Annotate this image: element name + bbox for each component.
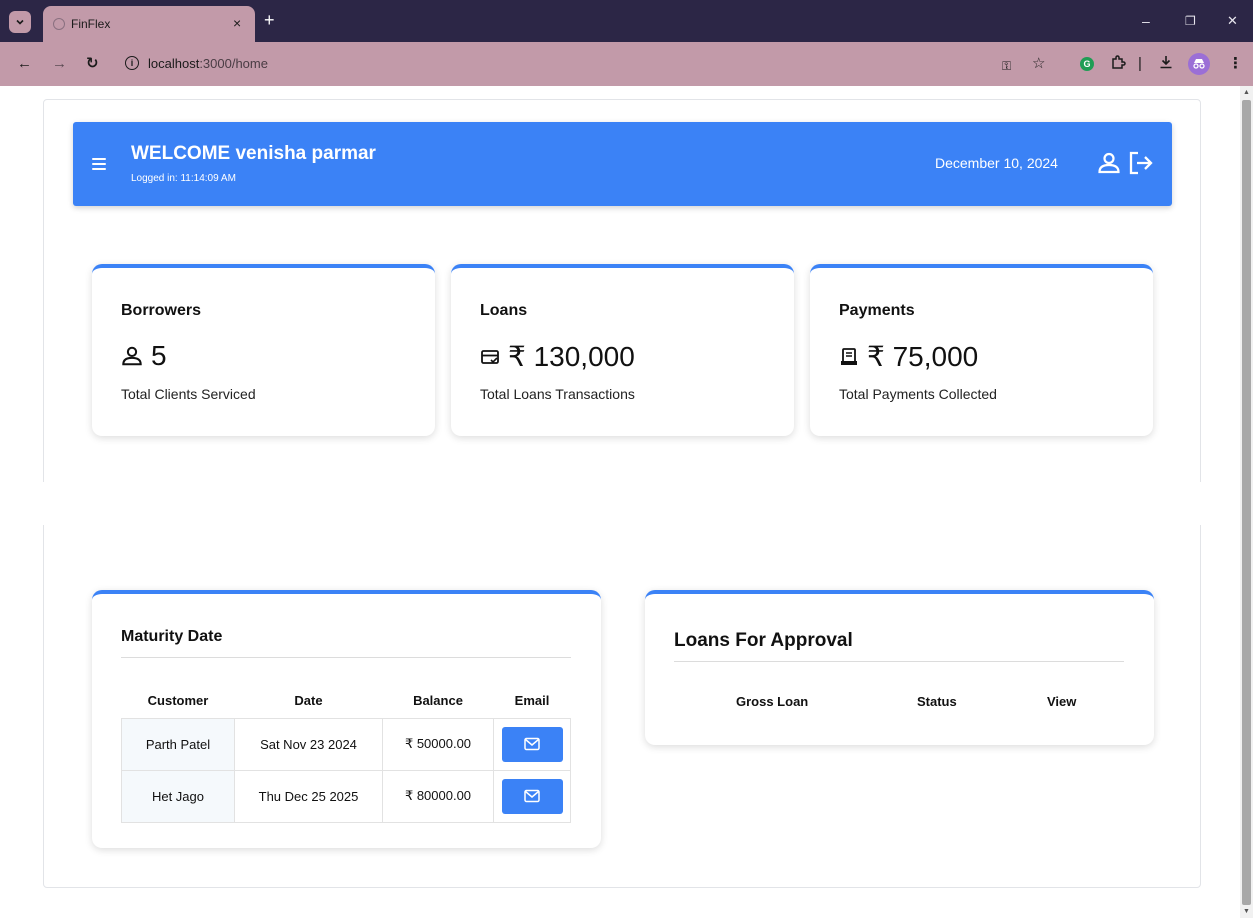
card-icon <box>481 349 499 364</box>
minimize-button[interactable]: – <box>1142 11 1150 31</box>
date-cell: Thu Dec 25 2025 <box>234 769 383 823</box>
globe-icon <box>53 18 65 30</box>
stat-title: Payments <box>839 302 915 319</box>
stat-title: Borrowers <box>121 302 202 319</box>
address-bar[interactable]: localhost:3000/home <box>148 56 268 71</box>
reload-icon[interactable]: ↻ <box>86 54 99 74</box>
table-row: Het Jago Thu Dec 25 2025 ₹ 80000.00 <box>121 769 571 823</box>
customer-cell: Parth Patel <box>121 717 235 771</box>
logout-icon[interactable] <box>1128 150 1154 176</box>
logged-in-time: Logged in: 11:14:09 AM <box>131 173 236 184</box>
stat-card-payments: Payments ₹ 75,000 Total Payments Collect… <box>810 264 1153 436</box>
key-icon[interactable]: ⚿ <box>1002 56 1011 76</box>
incognito-icon <box>1193 59 1205 69</box>
date-cell: Sat Nov 23 2024 <box>234 717 383 771</box>
new-tab-button[interactable]: + <box>264 10 275 30</box>
app-header: WELCOME venisha parmar Logged in: 11:14:… <box>73 122 1172 206</box>
chevron-down-icon <box>16 19 24 25</box>
kebab-menu-icon[interactable]: ⋮ <box>1228 54 1243 74</box>
scroll-thumb[interactable] <box>1242 100 1251 905</box>
tab-search-button[interactable] <box>9 11 31 33</box>
stat-value-text: 5 <box>151 340 167 371</box>
scroll-up-arrow-icon[interactable]: ▲ <box>1243 89 1250 96</box>
stat-value-text: ₹ 75,000 <box>867 341 979 372</box>
tab-title: FinFlex <box>71 17 111 31</box>
balance-cell: ₹ 50000.00 <box>382 717 494 771</box>
table-row: Parth Patel Sat Nov 23 2024 ₹ 50000.00 <box>121 717 571 771</box>
maturity-table: Customer Date Balance Email Parth Patel … <box>121 684 571 823</box>
browser-tab[interactable]: FinFlex × <box>43 6 255 42</box>
user-icon <box>122 346 142 366</box>
send-email-button[interactable] <box>501 726 563 762</box>
column-header: Customer <box>147 693 209 709</box>
column-header: Status <box>917 694 957 709</box>
back-arrow-icon[interactable]: ← <box>17 54 32 74</box>
email-cell <box>493 769 571 823</box>
section-divider <box>674 661 1124 662</box>
column-header: View <box>1047 694 1077 709</box>
page-scrollbar[interactable]: ▲ ▼ <box>1240 86 1253 918</box>
column-header: Balance <box>413 693 463 709</box>
page-content: WELCOME venisha parmar Logged in: 11:14:… <box>0 86 1240 918</box>
hamburger-menu-icon[interactable] <box>92 158 106 173</box>
browser-tabbar: FinFlex × + – ❐ ✕ <box>0 0 1253 42</box>
stat-subtitle: Total Loans Transactions <box>480 386 635 402</box>
stat-value: ₹ 75,000 <box>839 340 978 373</box>
browser-toolbar: ← → ↻ i localhost:3000/home ⚿ ☆ G | ⋮ <box>0 42 1253 86</box>
user-icon[interactable] <box>1097 151 1121 175</box>
stat-value: ₹ 130,000 <box>480 340 635 373</box>
maturity-title: Maturity Date <box>121 628 223 645</box>
stat-value: 5 <box>121 340 167 372</box>
balance-cell: ₹ 80000.00 <box>382 769 494 823</box>
stat-value-text: ₹ 130,000 <box>508 341 635 372</box>
column-header: Date <box>294 693 323 709</box>
star-icon[interactable]: ☆ <box>1032 54 1045 74</box>
profile-avatar[interactable] <box>1188 53 1210 75</box>
info-icon[interactable]: i <box>125 56 139 70</box>
column-header: Email <box>514 693 550 709</box>
approval-title: Loans For Approval <box>674 630 853 651</box>
stat-subtitle: Total Payments Collected <box>839 386 997 402</box>
send-email-button[interactable] <box>501 778 563 814</box>
column-header: Gross Loan <box>736 694 809 709</box>
welcome-title: WELCOME venisha parmar <box>131 143 376 164</box>
customer-cell: Het Jago <box>121 769 235 823</box>
mail-icon <box>524 737 540 751</box>
url-path: :3000/home <box>199 56 268 71</box>
stat-card-loans: Loans ₹ 130,000 Total Loans Transactions <box>451 264 794 436</box>
close-window-button[interactable]: ✕ <box>1227 11 1238 31</box>
forward-arrow-icon[interactable]: → <box>52 54 67 74</box>
receipt-icon <box>841 347 857 365</box>
stat-title: Loans <box>480 302 528 319</box>
maturity-date-card: Maturity Date Customer Date Balance Emai… <box>92 590 601 848</box>
puzzle-extensions-icon[interactable] <box>1110 54 1126 76</box>
grammarly-extension-icon[interactable]: G <box>1080 57 1094 71</box>
header-date: December 10, 2024 <box>935 155 1058 171</box>
scroll-down-arrow-icon[interactable]: ▼ <box>1243 908 1250 915</box>
page-gap <box>0 482 1240 525</box>
stat-card-borrowers: Borrowers 5 Total Clients Serviced <box>92 264 435 436</box>
loans-approval-card: Loans For Approval Gross Loan Status Vie… <box>645 590 1154 745</box>
email-cell <box>493 717 571 771</box>
mail-icon <box>524 789 540 803</box>
section-divider <box>121 657 571 658</box>
download-icon[interactable] <box>1158 54 1174 76</box>
toolbar-divider: | <box>1138 55 1142 72</box>
stat-subtitle: Total Clients Serviced <box>121 386 256 402</box>
tab-close-button[interactable]: × <box>233 14 241 32</box>
table-header-row: Customer Date Balance Email <box>122 684 571 718</box>
restore-button[interactable]: ❐ <box>1185 11 1196 31</box>
url-host: localhost <box>148 56 200 71</box>
